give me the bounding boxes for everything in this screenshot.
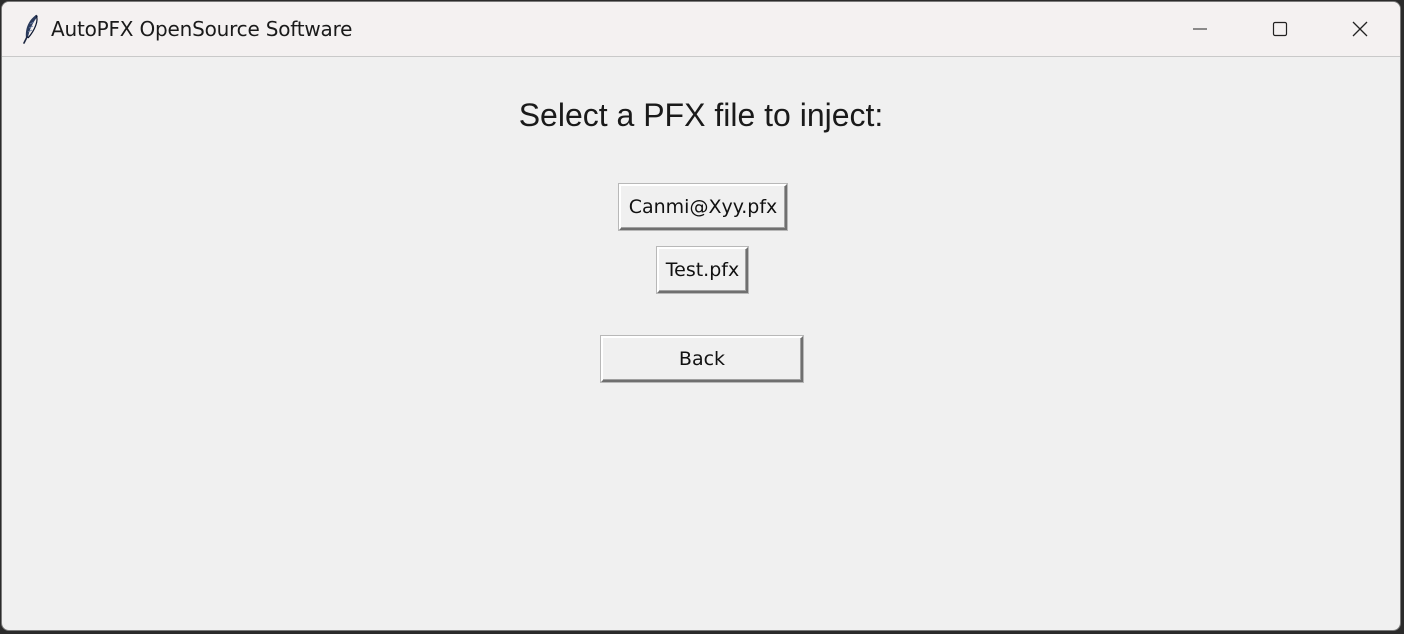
minimize-button[interactable] — [1160, 2, 1240, 56]
close-button[interactable] — [1320, 2, 1400, 56]
window-title: AutoPFX OpenSource Software — [51, 17, 353, 41]
title-bar[interactable]: AutoPFX OpenSource Software — [2, 2, 1400, 57]
minimize-icon — [1192, 21, 1208, 37]
maximize-button[interactable] — [1240, 2, 1320, 56]
pfx-file-button[interactable]: Canmi@Xyy.pfx — [619, 184, 787, 230]
back-button[interactable]: Back — [601, 336, 803, 382]
close-icon — [1351, 20, 1369, 38]
main-content: Select a PFX file to inject: Canmi@Xyy.p… — [2, 57, 1400, 630]
maximize-icon — [1272, 21, 1288, 37]
app-window: AutoPFX OpenSource Software Select a PFX… — [1, 1, 1401, 631]
page-heading: Select a PFX file to inject: — [518, 97, 884, 133]
feather-icon — [21, 14, 41, 44]
pfx-file-button[interactable]: Test.pfx — [657, 247, 748, 293]
